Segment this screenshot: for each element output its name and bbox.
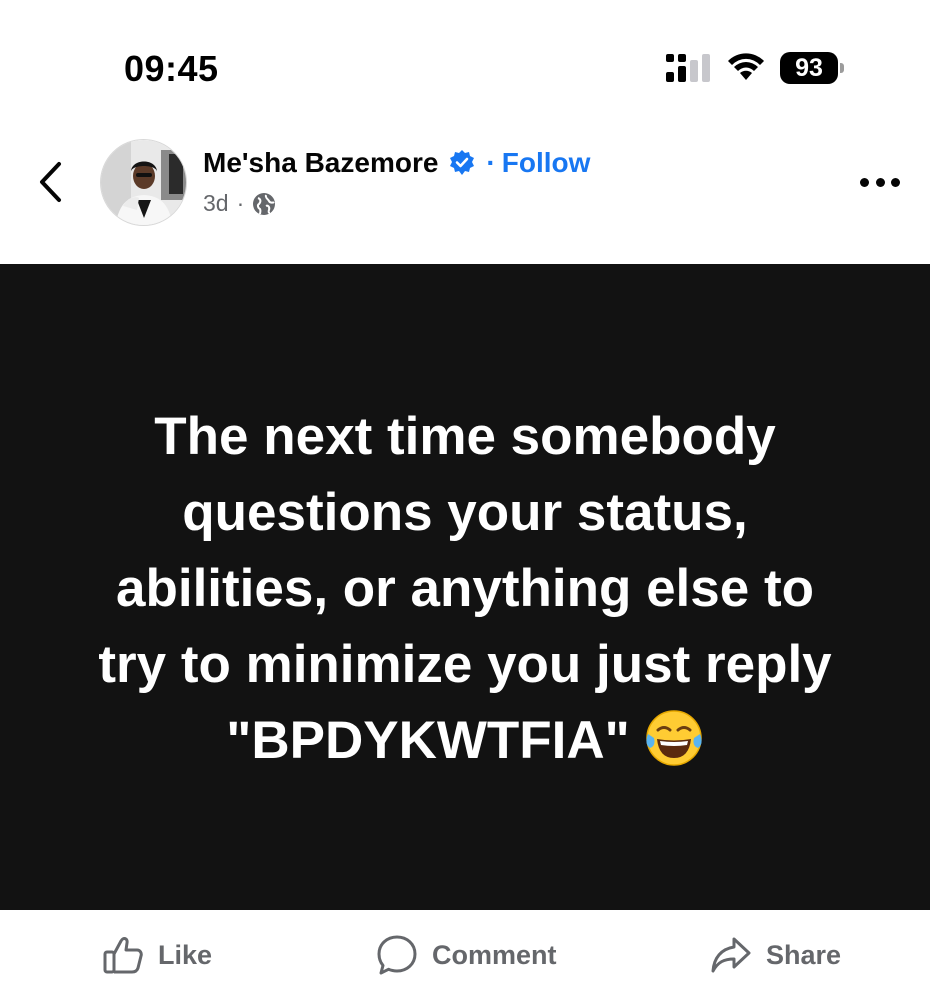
author-photo — [101, 140, 186, 225]
more-options-button[interactable] — [860, 170, 900, 194]
battery-icon: 93 — [780, 52, 844, 84]
thumbs-up-icon — [103, 937, 143, 974]
share-button[interactable]: Share — [710, 932, 841, 978]
comment-icon — [377, 935, 417, 975]
avatar[interactable] — [100, 139, 187, 226]
like-button[interactable]: Like — [102, 932, 212, 978]
battery-body: 93 — [780, 52, 838, 84]
post-age[interactable]: 3d — [203, 190, 229, 217]
author-name[interactable]: Me'sha Bazemore — [203, 147, 438, 179]
signal-icon — [666, 54, 710, 82]
chevron-left-icon — [40, 162, 61, 202]
status-bar: 09:45 93 — [0, 0, 930, 120]
author-row: Me'sha Bazemore · Follow — [203, 147, 590, 179]
follow-separator: · — [486, 147, 496, 178]
post-text: The next time somebody questions your st… — [98, 407, 832, 770]
like-label: Like — [158, 939, 213, 970]
tears-of-joy-emoji-icon — [646, 710, 702, 766]
meta-separator: · — [236, 190, 245, 216]
globe-icon — [253, 192, 276, 215]
post-header: Me'sha Bazemore · Follow 3d · — [0, 120, 930, 264]
battery-cap — [840, 63, 844, 73]
post-meta: 3d · — [203, 190, 276, 217]
action-bar: Like Comment Share — [0, 910, 930, 1000]
post-content[interactable]: The next time somebody questions your st… — [0, 264, 930, 910]
status-icons: 93 — [666, 50, 844, 86]
more-dot-icon — [875, 177, 885, 187]
more-dot-icon — [860, 177, 869, 187]
back-button[interactable] — [30, 158, 70, 206]
post-text-block: The next time somebody questions your st… — [85, 395, 845, 779]
comment-button[interactable]: Comment — [376, 932, 557, 978]
share-label: Share — [766, 939, 842, 970]
battery-level: 93 — [795, 53, 823, 82]
more-dot-icon — [891, 177, 900, 187]
verified-badge-icon — [450, 150, 475, 175]
share-icon — [711, 937, 751, 973]
status-time: 09:45 — [124, 48, 219, 89]
comment-label: Comment — [432, 939, 557, 970]
follow-button[interactable]: Follow — [502, 147, 591, 179]
wifi-icon — [728, 53, 764, 80]
